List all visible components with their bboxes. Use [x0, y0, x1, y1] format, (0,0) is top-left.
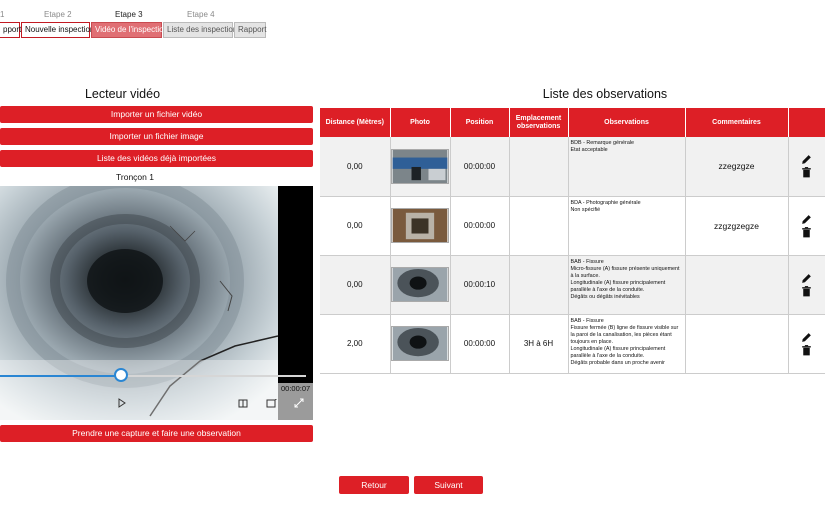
cast-icon[interactable] — [266, 398, 277, 411]
seek-thumb[interactable] — [113, 368, 128, 382]
cell-position: 00:00:10 — [450, 255, 510, 315]
cell-position: 00:00:00 — [450, 137, 510, 197]
cell-emplacement — [509, 137, 569, 197]
cell-photo[interactable] — [390, 255, 451, 315]
table-row: 0,00 00:00:00 BDA - Photographie général… — [320, 196, 825, 256]
cell-position: 00:00:00 — [450, 196, 510, 256]
imported-videos-button[interactable]: Liste des vidéos déjà importées — [0, 150, 313, 167]
play-icon[interactable] — [118, 398, 126, 411]
tab-liste-inspections[interactable]: Liste des inspections — [163, 22, 241, 38]
seek-bar[interactable] — [0, 375, 306, 377]
cell-photo[interactable] — [390, 137, 451, 197]
header-actions — [788, 108, 825, 137]
obs-line: Longitudinale (A) fissure principalement… — [570, 279, 666, 293]
cell-emplacement — [509, 196, 569, 256]
video-letterbox — [278, 186, 313, 361]
header-distance: Distance (Mètres) — [320, 108, 391, 137]
tab-rapport-left[interactable]: pport — [0, 22, 21, 38]
header-emplacement: Emplacement observations — [509, 108, 569, 137]
obs-line: Fissure fermée (B) ligne de fissure visi… — [570, 324, 679, 345]
obs-line: BDA - Photographie générale — [570, 199, 641, 206]
cell-actions — [788, 314, 825, 374]
manhole-photo[interactable] — [391, 208, 449, 243]
step-2-label: Etape 2 — [44, 10, 72, 19]
obs-line: Dégâts ou dégâts inévitables — [570, 293, 640, 300]
obs-line: BAB - Fissure — [570, 258, 604, 265]
obs-line: Longitudinale (A) fissure principalement… — [570, 345, 666, 359]
delete-trash-icon[interactable] — [800, 166, 813, 179]
step-4-label: Etape 4 — [187, 10, 215, 19]
table-row: 0,00 00:00:10 BAB - Fissure Micro-fissur… — [320, 255, 825, 315]
delete-trash-icon[interactable] — [800, 344, 813, 357]
cell-distance: 0,00 — [320, 196, 391, 256]
inspection-page: 1 Etape 2 Etape 3 Etape 4 pport Nouvelle… — [0, 0, 825, 510]
obs-line: Non spécifié — [570, 206, 601, 213]
cell-comment — [685, 255, 789, 315]
cell-distance: 2,00 — [320, 314, 391, 374]
step-1-label: 1 — [0, 10, 5, 19]
cell-actions — [788, 137, 825, 197]
video-frame — [0, 186, 278, 420]
edit-pencil-icon[interactable] — [800, 331, 813, 344]
cell-actions — [788, 196, 825, 256]
cell-observations: BDA - Photographie générale Non spécifié — [568, 196, 686, 256]
cell-observations: BDB - Remarque générale Etat acceptable — [568, 137, 686, 197]
cell-actions — [788, 255, 825, 315]
cell-comment: zzgzgzegze — [685, 196, 789, 256]
header-position: Position — [450, 108, 510, 137]
cell-comment — [685, 314, 789, 374]
tab-video-inspection[interactable]: Vidéo de l'inspection — [91, 22, 168, 38]
obs-line: BDB - Remarque générale — [570, 140, 635, 146]
video-player[interactable] — [0, 186, 313, 420]
edit-pencil-icon[interactable] — [800, 213, 813, 226]
cell-emplacement — [509, 255, 569, 315]
header-commentaires: Commentaires — [685, 108, 789, 137]
obs-line: Micro-fissure (A) fissure présente uniqu… — [570, 265, 680, 279]
player-title: Lecteur vidéo — [84, 87, 161, 101]
delete-trash-icon[interactable] — [800, 285, 813, 298]
cell-distance: 0,00 — [320, 255, 391, 315]
cell-position: 00:00:00 — [450, 314, 510, 374]
edit-pencil-icon[interactable] — [800, 272, 813, 285]
table-header-row: Distance (Mètres) Photo Position Emplace… — [320, 108, 825, 137]
observations-table: Distance (Mètres) Photo Position Emplace… — [320, 108, 825, 374]
edit-pencil-icon[interactable] — [800, 153, 813, 166]
seek-bar-fill — [0, 375, 121, 377]
tab-nouvelle-inspection[interactable]: Nouvelle inspection — [21, 22, 94, 38]
table-row: 2,00 00:00:00 3H à 6H BAB - Fissure Fiss… — [320, 314, 825, 374]
import-video-button[interactable]: Importer un fichier vidéo — [0, 106, 313, 123]
troncon-label: Tronçon 1 — [116, 172, 154, 182]
observations-title: Liste des observations — [542, 87, 668, 101]
tab-rapport[interactable]: Rapport — [234, 22, 266, 38]
retour-button[interactable]: Retour — [339, 476, 409, 494]
capture-observation-button[interactable]: Prendre une capture et faire une observa… — [0, 425, 313, 442]
step-3-label: Etape 3 — [115, 10, 143, 19]
pipe-blue-photo[interactable] — [391, 148, 449, 184]
captions-icon[interactable] — [238, 399, 248, 411]
cell-photo[interactable] — [390, 196, 451, 256]
cell-distance: 0,00 — [320, 137, 391, 197]
time-display: 00:00:07 — [281, 384, 311, 393]
header-photo: Photo — [390, 108, 451, 137]
delete-trash-icon[interactable] — [800, 226, 813, 239]
header-observations: Observations — [568, 108, 686, 137]
cell-photo[interactable] — [390, 314, 451, 374]
suivant-button[interactable]: Suivant — [414, 476, 483, 494]
cell-observations: BAB - Fissure Fissure fermée (B) ligne d… — [568, 314, 686, 374]
cell-observations: BAB - Fissure Micro-fissure (A) fissure … — [568, 255, 686, 315]
cell-comment: zzegzgze — [685, 137, 789, 197]
cell-emplacement: 3H à 6H — [509, 314, 569, 374]
pipe-interior-photo[interactable] — [391, 267, 449, 302]
obs-line: Dégâts probable dans un proche avenir — [570, 359, 665, 366]
table-row: 0,00 00:00:00 BDB - Remarque générale Et… — [320, 137, 825, 197]
fullscreen-icon[interactable] — [294, 398, 304, 411]
obs-line: BAB - Fissure — [570, 317, 604, 324]
pipe-interior-photo[interactable] — [391, 326, 449, 361]
obs-line: Etat acceptable — [570, 147, 608, 153]
import-image-button[interactable]: Importer un fichier image — [0, 128, 313, 145]
